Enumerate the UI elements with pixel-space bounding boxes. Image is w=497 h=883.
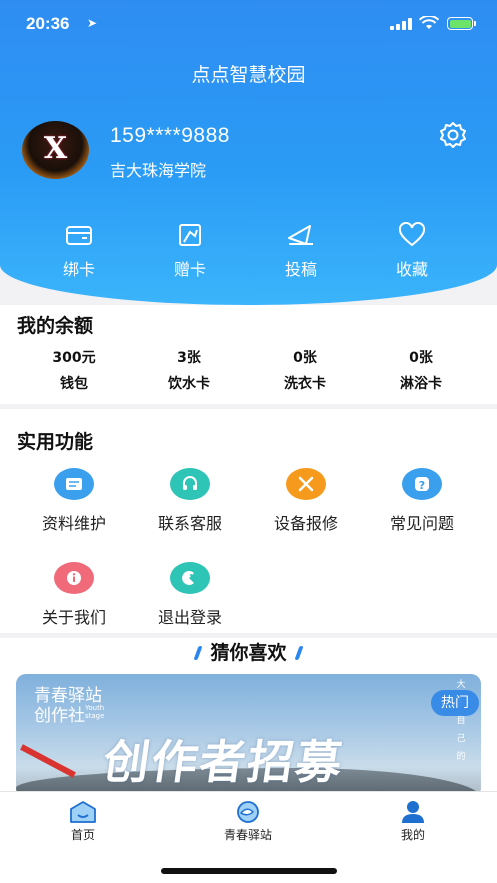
title-decoration (193, 646, 204, 660)
home-indicator (161, 868, 337, 874)
user-icon (402, 801, 424, 823)
home-icon (70, 801, 96, 823)
logout-icon (170, 562, 210, 594)
title-decoration (293, 646, 304, 660)
balance-label: 饮水卡 (168, 376, 210, 392)
function-label: 退出登录 (157, 608, 222, 627)
tab-youth-station[interactable]: 青春驿站 (188, 800, 308, 843)
recommend-title-text: 猜你喜欢 (210, 642, 287, 664)
quick-action-label: 绑卡 (62, 260, 95, 279)
functions-title: 实用功能 (17, 431, 94, 453)
balance-value: 3张 (177, 350, 201, 366)
page-title: 点点智慧校园 (191, 64, 306, 86)
balance-value: 300元 (52, 350, 96, 366)
balance-title: 我的余额 (17, 315, 94, 337)
banner-headline: 创作者招募 (99, 735, 348, 789)
banner-pencil (20, 744, 76, 778)
quick-action-label: 赠卡 (173, 260, 206, 279)
balance-value: 0张 (293, 350, 317, 366)
quick-action-submit[interactable]: 投稿 (256, 222, 346, 280)
status-time: 20:36 (26, 14, 70, 33)
profile-card-icon (54, 468, 94, 500)
function-label: 联系客服 (157, 514, 222, 533)
balance-value: 0张 (409, 350, 433, 366)
balance-label: 洗衣卡 (284, 376, 326, 392)
battery-icon (447, 17, 476, 30)
function-profile-maintenance[interactable]: 资料维护 (19, 468, 129, 534)
recommend-title: 猜你喜欢 (0, 638, 497, 665)
user-school: 吉大珠海学院 (110, 161, 207, 180)
gift-card-icon (179, 224, 201, 246)
function-equipment-repair[interactable]: 设备报修 (251, 468, 361, 534)
quick-action-label: 收藏 (395, 260, 428, 279)
banner-tag: Youth stage (85, 704, 105, 720)
location-arrow-icon: ➤ (87, 16, 98, 30)
hot-badge[interactable]: 热门 (431, 690, 479, 716)
tab-home[interactable]: 首页 (23, 800, 143, 843)
recommend-banner[interactable]: 青春驿站 创作社 Youth stage 创作者招募 大 生 自 己 的 (16, 674, 481, 798)
quick-action-bind-card[interactable]: 绑卡 (34, 222, 124, 280)
card-icon (66, 226, 92, 245)
quick-action-label: 投稿 (284, 260, 317, 279)
balance-label: 淋浴卡 (400, 376, 442, 392)
tab-mine[interactable]: 我的 (353, 800, 473, 843)
tab-label: 我的 (400, 828, 425, 842)
quick-actions: 绑卡 赠卡 投稿 收藏 (0, 222, 497, 282)
info-icon (54, 562, 94, 594)
balance-item-shower-card[interactable]: 0张 淋浴卡 (366, 347, 476, 393)
user-phone: 159****9888 (110, 124, 230, 147)
tools-icon (286, 468, 326, 500)
function-about-us[interactable]: 关于我们 (19, 562, 129, 628)
function-faq[interactable]: ? 常见问题 (367, 468, 477, 534)
heart-icon (398, 222, 426, 247)
balance-section: 我的余额 300元 钱包 3张 饮水卡 0张 洗衣卡 0张 淋浴卡 (0, 305, 497, 404)
headset-icon (170, 468, 210, 500)
cellular-signal-icon (390, 18, 412, 30)
function-contact-support[interactable]: 联系客服 (135, 468, 245, 534)
function-label: 设备报修 (273, 514, 338, 533)
quick-action-favorites[interactable]: 收藏 (367, 222, 457, 280)
tab-label: 首页 (70, 828, 95, 842)
function-label: 关于我们 (41, 608, 106, 627)
balance-item-water-card[interactable]: 3张 饮水卡 (134, 347, 244, 393)
tab-label: 青春驿站 (223, 828, 272, 842)
avatar[interactable]: X (22, 121, 89, 179)
wifi-icon (419, 16, 439, 29)
svg-text:?: ? (419, 479, 425, 492)
balance-item-wallet[interactable]: 300元 钱包 (19, 347, 129, 393)
function-label: 资料维护 (41, 514, 106, 533)
function-label: 常见问题 (389, 514, 454, 533)
paper-plane-icon (288, 225, 313, 245)
recommend-section: 猜你喜欢 青春驿站 创作社 Youth stage 创作者招募 大 生 自 己 … (0, 638, 497, 798)
balance-label: 钱包 (60, 376, 88, 392)
settings-gear-icon[interactable] (439, 121, 467, 149)
balance-item-laundry-card[interactable]: 0张 洗衣卡 (250, 347, 360, 393)
function-logout[interactable]: 退出登录 (135, 562, 245, 628)
question-icon: ? (402, 468, 442, 500)
fish-icon (237, 801, 259, 823)
quick-action-gift-card[interactable]: 赠卡 (145, 222, 235, 280)
functions-section: 实用功能 资料维护 联系客服 设备报修 ? 常见问题 关于我们 退出登录 (0, 409, 497, 633)
banner-line1: 青春驿站 (34, 686, 102, 706)
status-bar: 20:36 ➤ (0, 12, 497, 40)
avatar-logo-text: X (43, 131, 68, 166)
